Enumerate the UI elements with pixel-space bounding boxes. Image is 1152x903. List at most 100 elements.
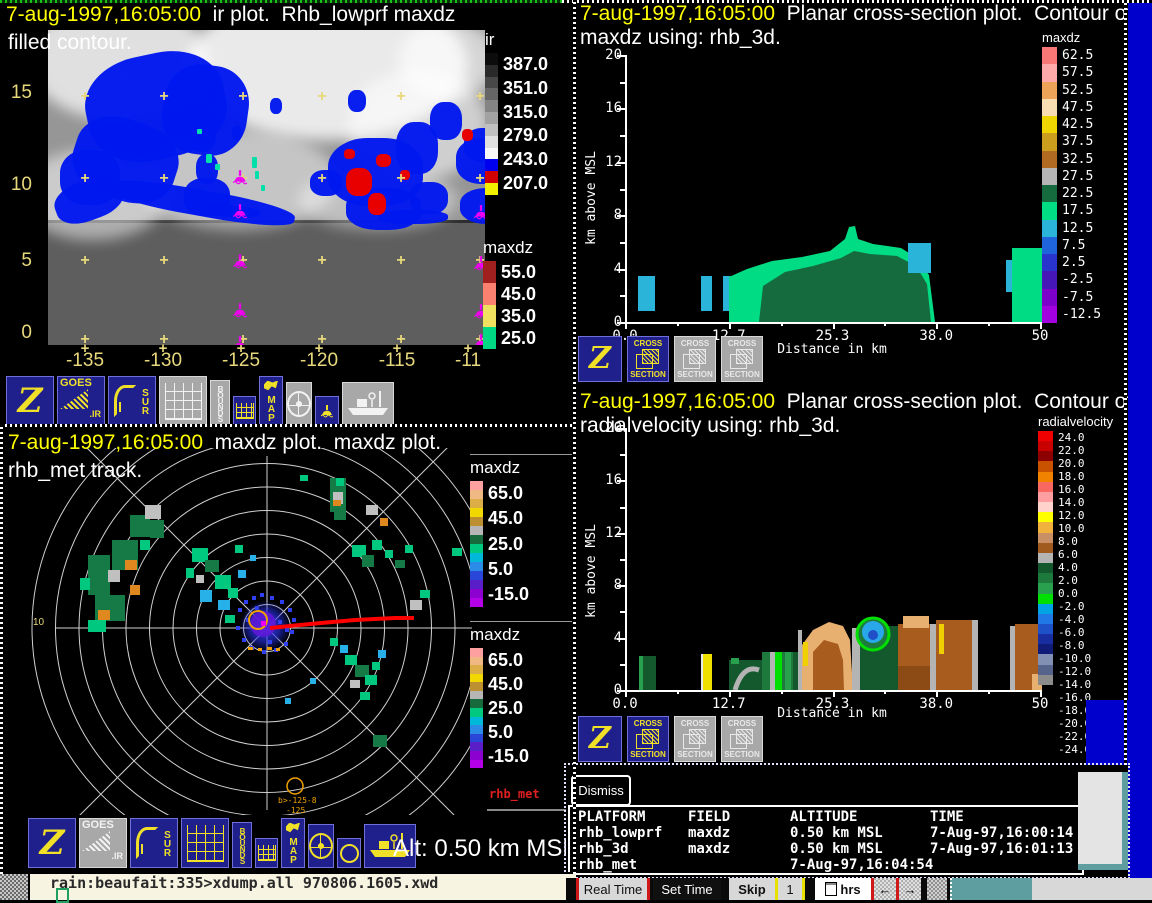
toolbar-button-goes[interactable]: GOES.IR xyxy=(57,376,105,426)
radar-grid-icon xyxy=(187,825,224,862)
goes-scan-icon xyxy=(60,389,88,409)
cross-section-maxdz-panel: 7-aug-1997,16:05:00 Planar cross-section… xyxy=(576,0,1128,388)
toolbar-button-goes[interactable]: GOES.IR xyxy=(79,818,127,868)
circle-icon xyxy=(340,844,359,863)
toolbar-button-sur[interactable]: SUR xyxy=(108,376,156,426)
map-icon xyxy=(264,381,278,394)
taskbar-filler-teal xyxy=(950,878,1032,900)
platform-field-table: PLATFORMFIELDALTITUDETIMErhb_lowprfmaxdz… xyxy=(568,805,1084,875)
page-icon xyxy=(825,882,837,896)
scrollbar[interactable] xyxy=(927,878,947,900)
cloud-blob xyxy=(261,185,265,191)
cross-section-button[interactable]: CROSSSECTION xyxy=(721,716,763,762)
colorbar-value: 27.5 xyxy=(1062,168,1101,185)
partially-hidden-window[interactable] xyxy=(1078,772,1128,870)
colorbar-value: 12.5 xyxy=(1062,220,1101,237)
toolbar-button-buoy[interactable] xyxy=(315,396,339,426)
zebra-button[interactable]: Z xyxy=(578,336,622,382)
waypoint-label1: b>-125-8 xyxy=(278,796,317,805)
x-tick-label: -125 xyxy=(222,350,260,372)
scrollbar-thumb[interactable] xyxy=(0,874,28,900)
toolbar-button-smallgrid[interactable] xyxy=(255,838,278,868)
contour-cluster-f xyxy=(936,620,978,690)
window-border xyxy=(573,0,576,874)
map-label: MAP xyxy=(288,837,298,864)
toolbar-button-ship[interactable] xyxy=(342,382,394,426)
toolbar-button-azimuth[interactable] xyxy=(308,824,334,868)
colorbar-value: 45.0 xyxy=(488,506,529,531)
toolbar-button-radargrid[interactable] xyxy=(159,376,207,426)
cube-icon xyxy=(683,349,707,369)
x-tick-mark xyxy=(677,690,679,694)
cloud-blob xyxy=(376,154,391,167)
toolbar-button-radargrid[interactable] xyxy=(181,818,229,868)
table-header: PLATFORM xyxy=(578,809,688,825)
set-time-button[interactable]: Set Time xyxy=(653,878,721,900)
colorbar-value: 57.5 xyxy=(1062,64,1101,81)
toolbar-button-map[interactable]: MAP xyxy=(281,818,305,868)
toolbar-button-zebra[interactable]: Z xyxy=(28,818,76,868)
grid-cross-mark: + xyxy=(475,88,484,106)
grid-cross-mark: + xyxy=(238,88,247,106)
toolbar-button-bounds[interactable]: BOUNDS xyxy=(210,380,230,426)
table-cell xyxy=(688,857,790,873)
cross-section-plot-area[interactable] xyxy=(625,55,1042,324)
colorbar-value: 243.0 xyxy=(503,148,548,172)
toolbar-button-zebra[interactable]: Z xyxy=(6,376,54,426)
panel-title-line2: radialvelocity using: rhb_3d. xyxy=(580,414,840,438)
toolbar-button-azimuth[interactable] xyxy=(286,382,312,426)
taskbar-filler-gray xyxy=(1032,878,1152,900)
window-border xyxy=(0,424,573,427)
toolbar-button-circle[interactable] xyxy=(337,838,361,868)
step-value-field[interactable]: 1 xyxy=(778,878,802,900)
cross-section-button[interactable]: CROSSSECTION xyxy=(674,336,716,382)
colorbar-title: maxdz xyxy=(470,458,529,478)
ppi-radar-display[interactable] xyxy=(0,448,472,815)
cross-section-button[interactable]: CROSSSECTION xyxy=(721,336,763,382)
step-forward-button[interactable]: → xyxy=(899,878,921,900)
y-tick-mark xyxy=(617,162,625,164)
colorbar-value: 10.0 xyxy=(1058,522,1091,535)
y-tick-label: 15 xyxy=(2,82,32,104)
toolbar-button-sur[interactable]: SUR xyxy=(130,818,178,868)
map-icon xyxy=(286,823,300,836)
colorbar-value: 14.0 xyxy=(1058,496,1091,509)
colorbar-value: 65.0 xyxy=(488,481,529,506)
step-back-button[interactable]: ← xyxy=(874,878,896,900)
terminal-window[interactable]: rain:beaufait:335>xdump.all 970806.1605.… xyxy=(28,872,576,900)
x-tick-mark xyxy=(729,690,731,697)
colorbar-value: 52.5 xyxy=(1062,82,1101,99)
skip-button[interactable]: Skip xyxy=(729,878,775,900)
y-tick-mark xyxy=(620,664,625,666)
grid-cross-mark: + xyxy=(159,88,168,106)
contour-cluster-c xyxy=(798,622,853,690)
table-header: FIELD xyxy=(688,809,790,825)
colorbar-value: 0.0 xyxy=(1058,587,1091,600)
x-tick-mark xyxy=(833,690,835,697)
cube-icon xyxy=(636,349,660,369)
satellite-image[interactable]: ++++++++++++++++++++++++ xyxy=(48,30,485,345)
cross-section-button[interactable]: CROSSSECTION xyxy=(674,716,716,762)
colorbar-value: 2.5 xyxy=(1062,254,1101,271)
terminal-prompt-line: rain:beaufait:335>xdump.all 970806.1605.… xyxy=(50,874,438,892)
dismiss-button[interactable]: Dismiss xyxy=(571,775,631,806)
cloud-blob xyxy=(346,168,372,196)
toolbar-button-map[interactable]: MAP xyxy=(259,376,283,426)
toolbar-button-bounds[interactable]: BOUNDS xyxy=(232,822,252,868)
cross-section-button[interactable]: CROSSSECTION xyxy=(627,716,669,762)
cross-section-button[interactable]: CROSSSECTION xyxy=(627,336,669,382)
y-tick-mark xyxy=(617,585,625,587)
colorbar-value: 32.5 xyxy=(1062,151,1101,168)
grid-cross-mark: + xyxy=(317,252,326,270)
toolbar-button-smallgrid[interactable] xyxy=(233,396,256,426)
zebra-button[interactable]: Z xyxy=(578,716,622,762)
radialvelocity-contour-field xyxy=(627,428,1042,690)
cross-section-plot-area[interactable] xyxy=(625,428,1042,692)
grid-cross-mark: + xyxy=(317,170,326,188)
x-tick-label: 38.0 xyxy=(919,328,953,344)
real-time-button[interactable]: Real Time xyxy=(579,878,647,900)
x-tick-mark xyxy=(1040,322,1042,329)
colorbar-value: 18.0 xyxy=(1058,470,1091,483)
hours-unit-button[interactable]: hrs xyxy=(815,878,871,900)
y-tick-mark xyxy=(617,480,625,482)
